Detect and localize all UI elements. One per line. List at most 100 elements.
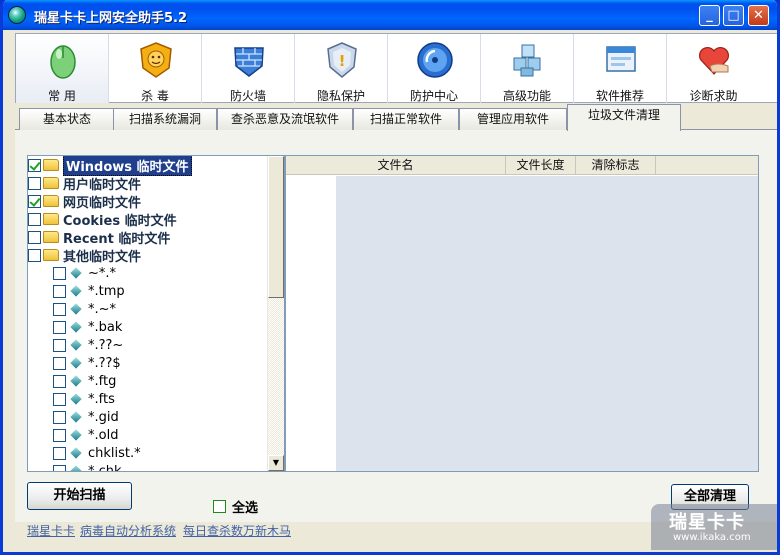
status-link-analysis[interactable]: 病毒自动分析系统: [80, 522, 176, 539]
select-all-label: 全选: [232, 501, 259, 516]
tree-checkbox[interactable]: [53, 428, 66, 442]
column-file-size[interactable]: 文件长度: [506, 156, 576, 175]
tree-pattern-item[interactable]: *.bak: [53, 318, 122, 336]
toolbar-label: 诊断求助: [689, 89, 738, 103]
maximize-button[interactable]: □: [723, 5, 744, 26]
tree-checkbox[interactable]: [53, 374, 66, 388]
column-clean-flag[interactable]: 清除标志: [576, 156, 656, 175]
tab-scan-normal-software[interactable]: 扫描正常软件: [353, 108, 459, 130]
tree-label: 用户临时文件: [63, 177, 142, 193]
tree-checkbox[interactable]: [53, 410, 66, 424]
start-scan-button[interactable]: 开始扫描: [27, 482, 132, 510]
junk-cleanup-panel: Windows 临时文件 用户临时文件 网页临时文件 Cookies 临时文件 …: [15, 130, 777, 522]
tree-checkbox[interactable]: [53, 338, 66, 352]
cubes-icon: [513, 44, 541, 77]
tab-manage-software[interactable]: 管理应用软件: [459, 108, 567, 130]
tree-folder-web-temp[interactable]: 网页临时文件: [28, 192, 141, 211]
watermark-title: 瑞星卡卡: [669, 512, 745, 533]
tree-checkbox[interactable]: [53, 356, 66, 370]
tree-folder-other-temp[interactable]: 其他临时文件: [28, 246, 141, 265]
tree-checkbox[interactable]: [28, 248, 41, 262]
tree-pattern-item[interactable]: *.old: [53, 426, 118, 444]
tree-checkbox[interactable]: [53, 446, 66, 460]
tree-pattern-item[interactable]: chklist.*: [53, 444, 141, 462]
main-window: 瑞星卡卡上网安全助手5.2 _ □ ✕ 常 用 杀 毒 防火墙 ! 隐私保护 防…: [0, 0, 780, 555]
tab-junk-cleanup[interactable]: 垃圾文件清理: [567, 104, 681, 131]
tree-checkbox[interactable]: [28, 212, 41, 226]
tree-label: Windows 临时文件: [63, 156, 192, 176]
folder-icon: [43, 159, 59, 171]
scroll-down-arrow-icon[interactable]: ▼: [268, 455, 284, 471]
toolbar-firewall[interactable]: 防火墙: [202, 34, 295, 103]
watermark-url: www.ikaka.com: [673, 532, 751, 543]
tree-pattern-item[interactable]: *.ftg: [53, 372, 116, 390]
title-bar[interactable]: 瑞星卡卡上网安全助手5.2 _ □ ✕: [3, 0, 777, 30]
toolbar-label: 防护中心: [409, 89, 458, 103]
tab-scan-vulnerabilities[interactable]: 扫描系统漏洞: [113, 108, 217, 130]
tree-pattern-item[interactable]: *.chk: [53, 462, 122, 472]
tree-checkbox[interactable]: [28, 230, 41, 244]
file-list[interactable]: 文件名 文件长度 清除标志: [285, 155, 759, 472]
toolbar-antivirus[interactable]: 杀 毒: [109, 34, 202, 103]
toolbar-label: 高级功能: [502, 89, 551, 103]
tree-checkbox[interactable]: [53, 320, 66, 334]
tree-pattern-item[interactable]: *.??$: [53, 354, 121, 372]
tab-malware-scan[interactable]: 查杀恶意及流氓软件: [217, 108, 353, 130]
file-type-icon: [70, 267, 82, 279]
tree-checkbox[interactable]: [53, 266, 66, 280]
tree-label: ~*.*: [88, 265, 117, 281]
software-window-icon: [606, 46, 636, 72]
tree-checkbox[interactable]: [53, 284, 66, 298]
minimize-button[interactable]: _: [699, 5, 720, 26]
tree-label: chklist.*: [88, 445, 141, 461]
file-type-icon: [70, 375, 82, 387]
tree-label: *.old: [88, 427, 119, 443]
tree-pattern-item[interactable]: *.tmp: [53, 282, 125, 300]
toolbar-protection-center[interactable]: 防护中心: [388, 34, 481, 103]
tree-checkbox[interactable]: [53, 392, 66, 406]
select-all[interactable]: 全选: [213, 497, 258, 516]
toolbar-common[interactable]: 常 用: [16, 34, 109, 103]
file-type-icon: [70, 303, 82, 315]
tree-label: *.gid: [88, 409, 119, 425]
mouse-icon: [50, 45, 76, 79]
folder-icon: [43, 213, 59, 225]
tree-pattern-item[interactable]: *.fts: [53, 390, 115, 408]
tree-label: *.fts: [88, 391, 115, 407]
file-type-icon: [70, 465, 82, 471]
toolbar-privacy[interactable]: ! 隐私保护: [295, 34, 388, 103]
tree-checkbox[interactable]: [28, 176, 41, 190]
list-body: [336, 176, 758, 471]
tree-label: *.chk: [88, 463, 122, 472]
status-link-daily[interactable]: 每日查杀数万新木马: [183, 522, 291, 539]
tree-checkbox[interactable]: [53, 302, 66, 316]
folder-icon: [43, 249, 59, 261]
close-button[interactable]: ✕: [748, 5, 769, 26]
toolbar-label: 杀 毒: [141, 89, 169, 103]
tab-basic-status[interactable]: 基本状态: [19, 108, 115, 130]
select-all-checkbox[interactable]: [213, 500, 226, 513]
toolbar-advanced[interactable]: 高级功能: [481, 34, 574, 103]
toolbar-help[interactable]: 诊断求助: [667, 34, 760, 103]
tree-scrollbar[interactable]: ▼: [267, 156, 284, 471]
toolbar-software[interactable]: 软件推荐: [574, 34, 667, 103]
scrollbar-thumb[interactable]: [268, 156, 284, 298]
tree-pattern-item[interactable]: *.gid: [53, 408, 119, 426]
tree-folder-windows-temp[interactable]: Windows 临时文件: [28, 156, 192, 176]
toolbar-label: 防火墙: [229, 89, 266, 103]
column-file-name[interactable]: 文件名: [286, 156, 506, 175]
tree-checkbox[interactable]: [28, 194, 41, 208]
toolbar-label: 常 用: [48, 89, 76, 103]
tree-pattern-item[interactable]: ~*.*: [53, 264, 116, 282]
tree-pattern-item[interactable]: *.??~: [53, 336, 123, 354]
tree-folder-user-temp[interactable]: 用户临时文件: [28, 174, 142, 193]
app-icon: [8, 6, 26, 24]
privacy-shield-icon: !: [327, 42, 357, 78]
tree-folder-recent-temp[interactable]: Recent 临时文件: [28, 228, 170, 247]
file-type-tree[interactable]: Windows 临时文件 用户临时文件 网页临时文件 Cookies 临时文件 …: [27, 155, 285, 472]
status-link-rising[interactable]: 瑞星卡卡: [27, 522, 75, 539]
tree-pattern-item[interactable]: *.~*: [53, 300, 116, 318]
tree-checkbox[interactable]: [53, 464, 66, 471]
tree-folder-cookies-temp[interactable]: Cookies 临时文件: [28, 210, 177, 229]
tree-checkbox[interactable]: [28, 158, 41, 172]
